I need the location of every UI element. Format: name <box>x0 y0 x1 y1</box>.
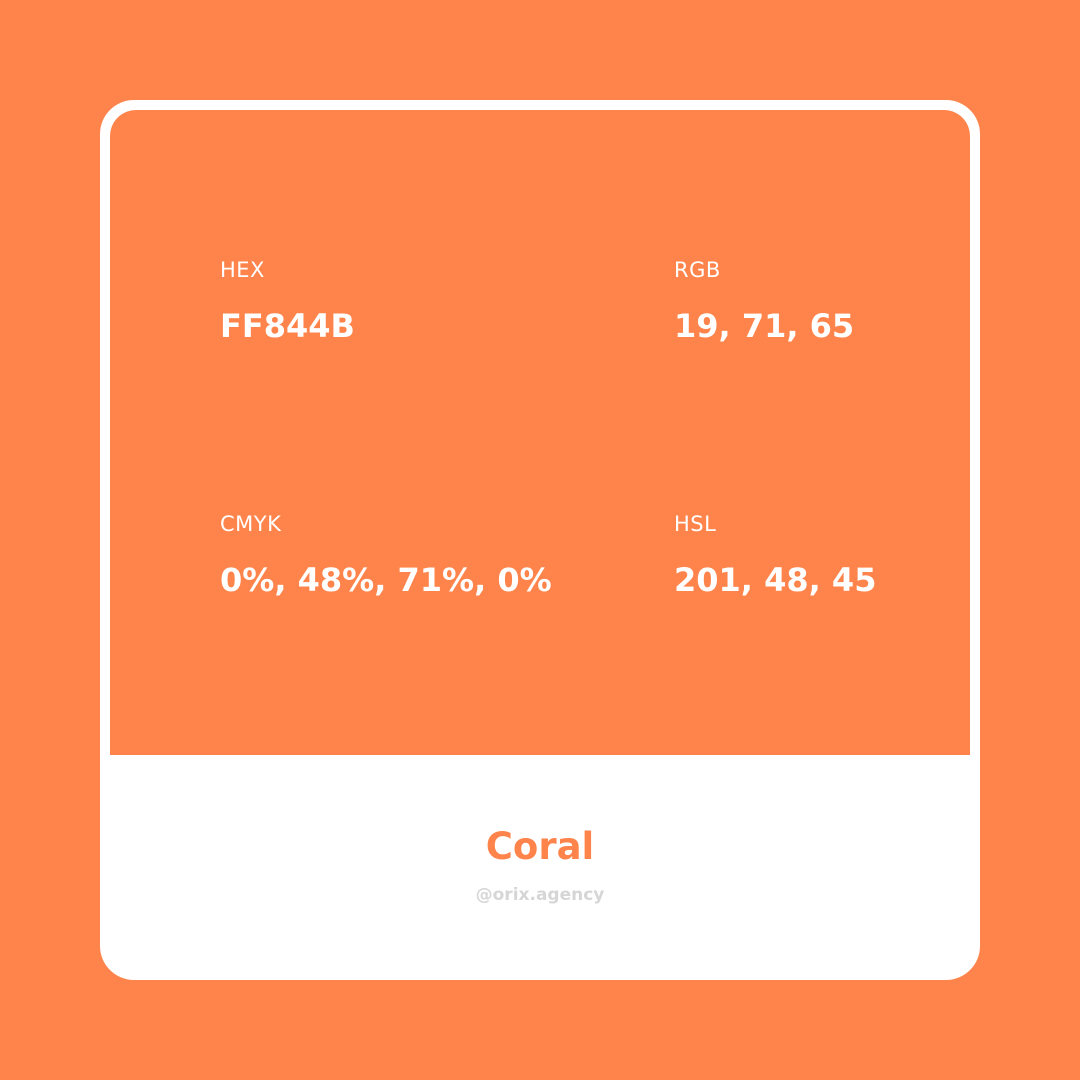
hex-value: FF844B <box>220 307 355 345</box>
cmyk-value: 0%, 48%, 71%, 0% <box>220 561 552 599</box>
social-handle: @orix.agency <box>475 885 605 905</box>
rgb-value: 19, 71, 65 <box>674 307 855 345</box>
color-swatch: HEX FF844B RGB 19, 71, 65 CMYK 0%, 48%, … <box>110 110 970 755</box>
cmyk-label: CMYK <box>220 512 282 536</box>
color-card: HEX FF844B RGB 19, 71, 65 CMYK 0%, 48%, … <box>100 100 980 980</box>
rgb-label: RGB <box>674 258 721 282</box>
hsl-value: 201, 48, 45 <box>674 561 877 599</box>
hsl-label: HSL <box>674 512 717 536</box>
color-name: Coral <box>485 825 595 868</box>
hex-label: HEX <box>220 258 265 282</box>
card-footer: Coral @orix.agency <box>100 755 980 980</box>
